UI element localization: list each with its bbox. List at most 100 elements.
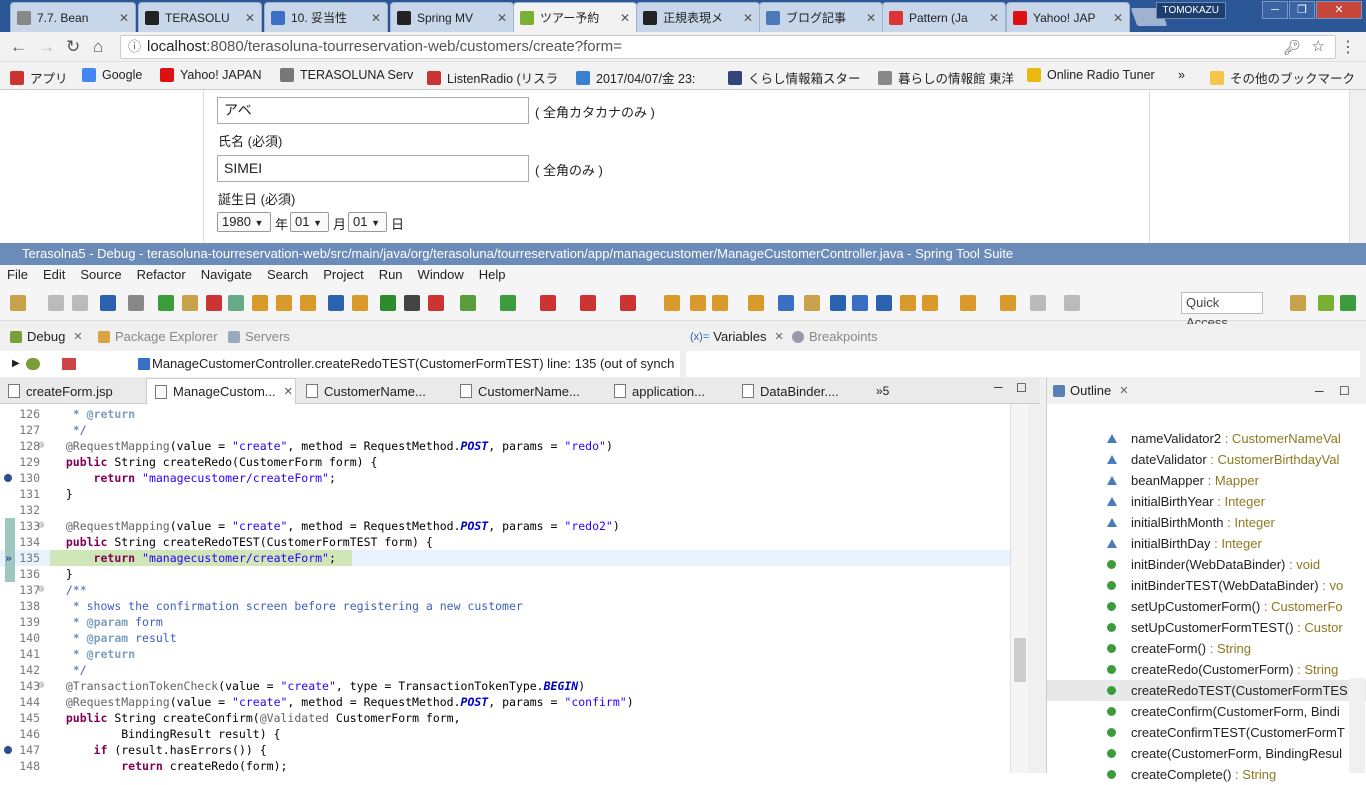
code-line[interactable]: 129 public String createRedo(CustomerFor…	[0, 454, 1010, 470]
name-field[interactable]: SIMEI	[217, 155, 529, 182]
birth-day-select[interactable]: 01 ▼	[348, 212, 387, 232]
toolbar-button-icon[interactable]	[276, 295, 292, 311]
toolbar-button-icon[interactable]	[664, 295, 680, 311]
editor-tab[interactable]: DataBinder....	[734, 378, 864, 404]
tab-breakpoints[interactable]: Breakpoints	[792, 324, 878, 350]
home-icon[interactable]: ⌂	[93, 37, 103, 57]
toolbar-button-icon[interactable]	[460, 295, 476, 311]
close-icon[interactable]: ✕	[774, 324, 783, 350]
code-line[interactable]: ⊖ 128 @RequestMapping(value = "create", m…	[0, 438, 1010, 454]
close-icon[interactable]: ✕	[284, 385, 293, 398]
editor-scrollbar[interactable]	[1010, 404, 1028, 773]
more-tabs[interactable]: »5	[868, 378, 889, 404]
outline-item[interactable]: createComplete() : String	[1047, 764, 1366, 785]
birth-month-select[interactable]: 01 ▼	[290, 212, 329, 232]
toolbar-button-icon[interactable]	[100, 295, 116, 311]
bookmark-item[interactable]: アプリ	[10, 68, 68, 87]
toolbar-button-icon[interactable]	[580, 295, 596, 311]
bookmark-item[interactable]: 2017/04/07/金 23:	[576, 68, 695, 87]
birth-year-select[interactable]: 1980 ▼	[217, 212, 271, 232]
toolbar-button-icon[interactable]	[712, 295, 728, 311]
minimize-view-icon[interactable]: ─	[994, 380, 1003, 394]
code-line[interactable]: 146 BindingResult result) {	[0, 726, 1010, 742]
browser-tab[interactable]: TERASOLU ✕	[138, 2, 262, 32]
browser-tab[interactable]: 7.7. Bean ✕	[10, 2, 136, 32]
editor-tab[interactable]: ManageCustom... ✕	[146, 378, 296, 404]
outline-item[interactable]: setUpCustomerForm() : CustomerFo	[1047, 596, 1366, 617]
bookmark-item[interactable]: Online Radio Tuner	[1027, 68, 1155, 82]
page-scrollbar[interactable]	[1349, 90, 1366, 243]
bookmark-item[interactable]: 暮らしの情報館 東洋	[878, 68, 1014, 87]
menu-item[interactable]: Navigate	[201, 267, 252, 282]
code-line[interactable]: 136 }	[0, 566, 1010, 582]
editor-tab[interactable]: application...	[606, 378, 730, 404]
browser-tab[interactable]: Spring MV ✕	[390, 2, 514, 32]
toolbar-button-icon[interactable]	[922, 295, 938, 311]
toolbar-button-icon[interactable]	[404, 295, 420, 311]
browser-tab[interactable]: 正規表現メ ✕	[636, 2, 760, 32]
tab-variables[interactable]: (x)= Variables ✕	[690, 324, 784, 350]
outline-item[interactable]: create(CustomerForm, BindingResul	[1047, 743, 1366, 764]
info-icon[interactable]: ⓘ	[128, 36, 141, 58]
key-icon[interactable]: 🔑︎	[1283, 36, 1301, 58]
editor-tab[interactable]: CustomerName...	[452, 378, 602, 404]
close-icon[interactable]: ✕	[1109, 11, 1123, 25]
toolbar-button-icon[interactable]	[690, 295, 706, 311]
close-icon[interactable]: ✕	[367, 11, 381, 25]
toolbar-button-icon[interactable]	[206, 295, 222, 311]
toolbar-button-icon[interactable]	[328, 295, 344, 311]
toolbar-button-icon[interactable]	[352, 295, 368, 311]
bookmark-item[interactable]: »	[1178, 68, 1185, 82]
toolbar-button-icon[interactable]	[620, 295, 636, 311]
toolbar-button-icon[interactable]	[500, 295, 516, 311]
outline-item[interactable]: initBinder(WebDataBinder) : void	[1047, 554, 1366, 575]
close-icon[interactable]: ✕	[115, 11, 129, 25]
toolbar-button-icon[interactable]	[1000, 295, 1016, 311]
toolbar-button-icon[interactable]	[540, 295, 556, 311]
kana-field[interactable]: アベ	[217, 97, 529, 124]
outline-item[interactable]: createRedo(CustomerForm) : String	[1047, 659, 1366, 680]
browser-tab[interactable]: ブログ記事 ✕	[759, 2, 883, 32]
menu-item[interactable]: Help	[479, 267, 506, 282]
toolbar-button-icon[interactable]	[380, 295, 396, 311]
debug-stack-frame[interactable]: ▶ ManageCustomerController.createRedoTES…	[0, 351, 680, 377]
code-line[interactable]: 141 * @return	[0, 646, 1010, 662]
outline-item[interactable]: dateValidator : CustomerBirthdayVal	[1047, 449, 1366, 470]
toolbar-button-icon[interactable]	[960, 295, 976, 311]
code-line[interactable]: 144 @RequestMapping(value = "create", me…	[0, 694, 1010, 710]
tab-debug[interactable]: Debug ✕	[10, 324, 83, 350]
minimize-view-icon[interactable]: ─	[1315, 378, 1324, 404]
maximize-view-icon[interactable]: ☐	[1016, 381, 1027, 395]
code-line[interactable]: 138 * shows the confirmation screen befo…	[0, 598, 1010, 614]
toolbar-button-icon[interactable]	[1030, 295, 1046, 311]
code-line[interactable]: » 135 return "managecustomer/createForm";	[0, 550, 1010, 566]
outline-item[interactable]: nameValidator2 : CustomerNameVal	[1047, 428, 1366, 449]
editor-tab[interactable]: CustomerName...	[298, 378, 448, 404]
code-line[interactable]: 148 return createRedo(form);	[0, 758, 1010, 773]
tab-outline[interactable]: Outline ✕	[1053, 378, 1128, 404]
breakpoint-icon[interactable]	[4, 746, 12, 754]
quick-access-input[interactable]: Quick Access	[1181, 292, 1263, 330]
code-line[interactable]: 147 if (result.hasErrors()) {	[0, 742, 1010, 758]
toolbar-button-icon[interactable]	[228, 295, 244, 311]
browser-tab[interactable]: 10. 妥当性 ✕	[264, 2, 388, 32]
bookmark-item[interactable]: ListenRadio (リスラ	[427, 68, 558, 87]
menu-item[interactable]: Window	[418, 267, 464, 282]
code-line[interactable]: 131 }	[0, 486, 1010, 502]
maximize-view-icon[interactable]: ☐	[1339, 378, 1350, 404]
menu-item[interactable]: Refactor	[137, 267, 186, 282]
outline-item[interactable]: initBinderTEST(WebDataBinder) : vo	[1047, 575, 1366, 596]
outline-item[interactable]: createConfirm(CustomerForm, Bindi	[1047, 701, 1366, 722]
code-line[interactable]: 134 public String createRedoTEST(Custome…	[0, 534, 1010, 550]
toolbar-button-icon[interactable]	[804, 295, 820, 311]
maximize-button[interactable]: ❐	[1289, 1, 1315, 19]
menu-item[interactable]: Run	[379, 267, 403, 282]
code-line[interactable]: 127 */	[0, 422, 1010, 438]
toolbar-button-icon[interactable]	[778, 295, 794, 311]
code-editor[interactable]: 126 * @return 127 */⊖ 128 @RequestMapping(…	[0, 404, 1028, 773]
toolbar-button-icon[interactable]	[1318, 295, 1334, 311]
menu-item[interactable]: Edit	[43, 267, 65, 282]
toolbar-button-icon[interactable]	[252, 295, 268, 311]
close-icon[interactable]: ✕	[862, 11, 876, 25]
toolbar-button-icon[interactable]	[1340, 295, 1356, 311]
